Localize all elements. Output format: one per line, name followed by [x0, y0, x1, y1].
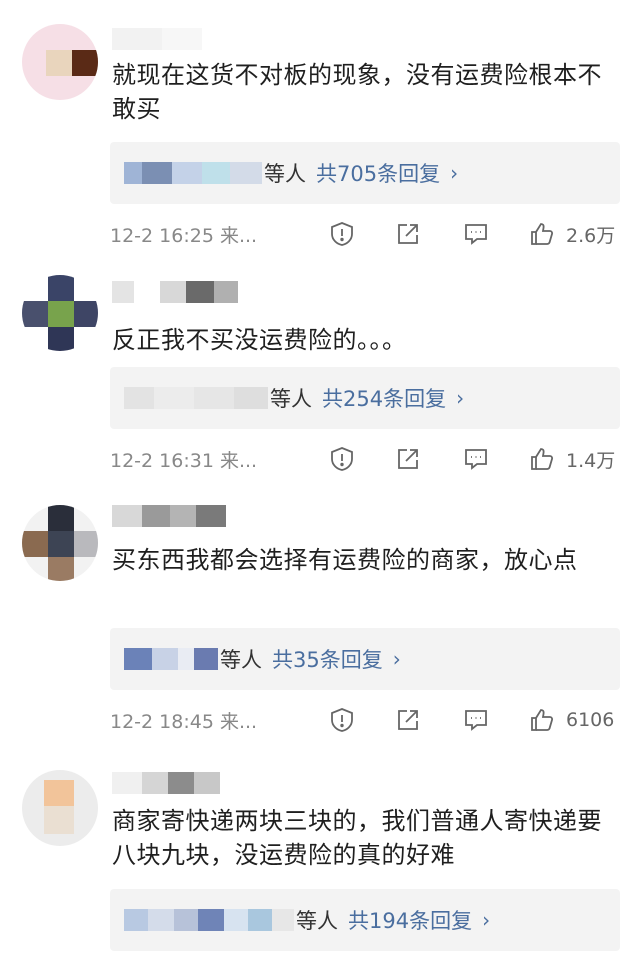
replier-names-blurred [124, 386, 268, 410]
comment-time: 12-2 18:45 来... [110, 710, 258, 733]
chevron-right-icon: › [392, 647, 401, 671]
comment-text: 商家寄快递两块三块的，我们普通人寄快递要八块九块，没运费险的真的好难 [112, 807, 602, 869]
replier-names-blurred [124, 161, 262, 185]
reply-suffix: 等人 [296, 909, 338, 933]
report-icon[interactable] [328, 445, 356, 473]
comment-text: 反正我不买没运费险的。。。 [112, 326, 407, 354]
username-blurred[interactable] [112, 281, 238, 303]
like-count: 2.6万 [566, 224, 616, 247]
comment-item: 买东西我都会选择有运费险的商家，放心点 等人 共35条回复 › 12-2 18:… [0, 495, 640, 750]
comment-time: 12-2 16:31 来... [110, 449, 258, 472]
like-icon[interactable] [528, 706, 556, 734]
reply-suffix: 等人 [264, 162, 306, 186]
comment-text: 就现在这货不对板的现象，没有运费险根本不敢买 [112, 61, 602, 123]
comment-icon[interactable] [462, 220, 490, 248]
comment-item: 就现在这货不对板的现象，没有运费险根本不敢买 等人 共705条回复 › 12-2… [0, 0, 640, 250]
comment-icon[interactable] [462, 445, 490, 473]
meta-row: 12-2 16:31 来... 1.4万 [110, 442, 620, 476]
like-count: 1.4万 [566, 449, 616, 472]
username-blurred[interactable] [112, 28, 202, 50]
report-icon[interactable] [328, 706, 356, 734]
reply-summary[interactable]: 等人 共194条回复 › [110, 889, 620, 951]
reply-count-link[interactable]: 共35条回复 [272, 644, 383, 674]
username-blurred[interactable] [112, 772, 220, 794]
reply-suffix: 等人 [270, 387, 312, 411]
reply-summary[interactable]: 等人 共254条回复 › [110, 367, 620, 429]
reply-count-link[interactable]: 共705条回复 [316, 158, 440, 188]
share-icon[interactable] [394, 706, 422, 734]
like-icon[interactable] [528, 445, 556, 473]
username-blurred[interactable] [112, 505, 226, 527]
share-icon[interactable] [394, 220, 422, 248]
reply-summary[interactable]: 等人 共35条回复 › [110, 628, 620, 690]
comment-text: 买东西我都会选择有运费险的商家，放心点 [112, 546, 578, 574]
reply-suffix: 等人 [220, 648, 262, 672]
replier-names-blurred [124, 908, 294, 932]
meta-row: 12-2 16:25 来... 2.6万 [110, 217, 620, 251]
reply-summary[interactable]: 等人 共705条回复 › [110, 142, 620, 204]
chevron-right-icon: › [450, 161, 459, 185]
comment-time: 12-2 16:25 来... [110, 224, 258, 247]
chevron-right-icon: › [456, 386, 465, 410]
share-icon[interactable] [394, 445, 422, 473]
like-icon[interactable] [528, 220, 556, 248]
comment-item: 商家寄快递两块三块的，我们普通人寄快递要八块九块，没运费险的真的好难 等人 共1… [0, 750, 640, 961]
comment-icon[interactable] [462, 706, 490, 734]
avatar[interactable] [22, 770, 98, 846]
avatar[interactable] [22, 24, 98, 100]
report-icon[interactable] [328, 220, 356, 248]
chevron-right-icon: › [482, 908, 491, 932]
replier-names-blurred [124, 647, 218, 671]
reply-count-link[interactable]: 共254条回复 [322, 383, 446, 413]
avatar[interactable] [22, 505, 98, 581]
meta-row: 12-2 18:45 来... 6106 [110, 703, 620, 737]
avatar[interactable] [22, 275, 98, 351]
like-count: 6106 [566, 709, 615, 731]
comment-item: 反正我不买没运费险的。。。 等人 共254条回复 › 12-2 16:31 来.… [0, 255, 640, 495]
reply-count-link[interactable]: 共194条回复 [348, 905, 472, 935]
